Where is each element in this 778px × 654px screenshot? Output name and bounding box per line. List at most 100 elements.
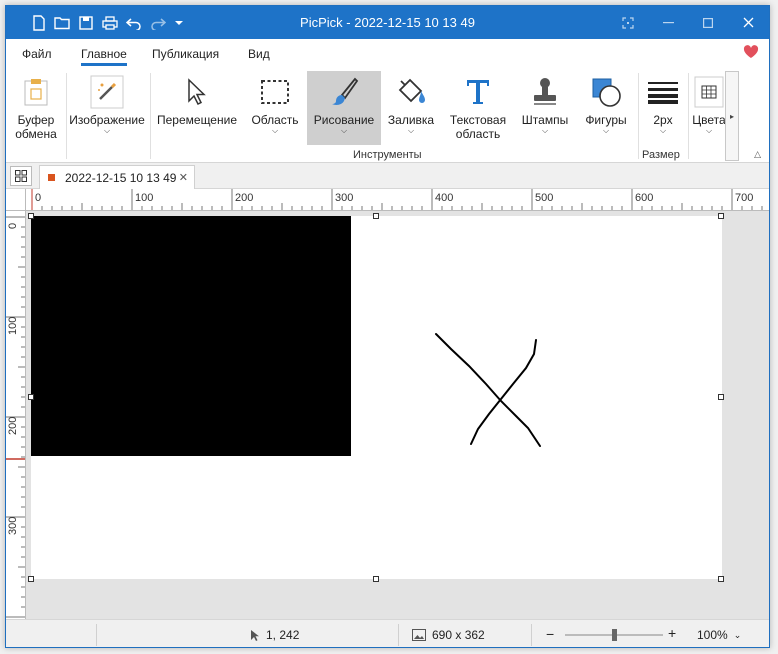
group-label-size: Размер bbox=[642, 149, 680, 161]
document-tab[interactable]: 2022-12-15 10 13 49 ✕ bbox=[39, 165, 195, 189]
ruler-label: 500 bbox=[535, 192, 554, 204]
stamps-label: Штампы bbox=[521, 113, 569, 127]
resize-handle-bottom-left[interactable] bbox=[28, 576, 34, 582]
app-window: PicPick - 2022-12-15 10 13 49 Файл Главн… bbox=[5, 5, 770, 648]
grid-view-icon[interactable] bbox=[10, 166, 32, 186]
open-folder-icon[interactable] bbox=[51, 6, 73, 39]
ribbon: Буфер обмена Изображение ⌵ Перемещение О… bbox=[6, 69, 769, 163]
pointer-icon bbox=[185, 71, 209, 113]
colors-label: Цвета bbox=[692, 113, 726, 127]
ruler-label: 0 bbox=[7, 222, 19, 229]
line-width-icon bbox=[647, 71, 679, 113]
tab-home[interactable]: Главное bbox=[81, 47, 127, 66]
zoom-slider-thumb[interactable] bbox=[612, 629, 617, 641]
color-palette-icon bbox=[694, 71, 724, 113]
draw-label: Рисование bbox=[313, 113, 375, 127]
hand-drawn-x bbox=[435, 333, 541, 447]
colors-button[interactable]: Цвета ⌵ bbox=[691, 71, 727, 145]
divider bbox=[398, 624, 399, 646]
close-icon[interactable] bbox=[728, 6, 768, 39]
cursor-position: 1, 242 bbox=[250, 628, 299, 642]
resize-handle-bottom-right[interactable] bbox=[718, 576, 724, 582]
selection-rect-icon bbox=[260, 71, 290, 113]
print-icon[interactable] bbox=[99, 6, 121, 39]
save-icon[interactable] bbox=[75, 6, 97, 39]
document-tab-strip: 2022-12-15 10 13 49 ✕ bbox=[6, 163, 769, 189]
text-t-icon bbox=[464, 71, 492, 113]
divider bbox=[638, 73, 639, 159]
vertical-ruler: 0 100 200 300 bbox=[6, 211, 26, 619]
status-bar: 1, 242 690 x 362 − + 100% ⌄ bbox=[6, 619, 769, 647]
divider bbox=[150, 73, 151, 159]
ribbon-scroll-right-button[interactable]: ▸ bbox=[725, 71, 739, 161]
minimize-icon[interactable] bbox=[648, 6, 688, 39]
tab-view[interactable]: Вид bbox=[248, 47, 270, 61]
zoom-in-icon[interactable]: + bbox=[668, 625, 676, 641]
size-button[interactable]: 2px ⌵ bbox=[641, 71, 685, 145]
maximize-icon[interactable] bbox=[688, 6, 728, 39]
group-label-tools: Инструменты bbox=[353, 149, 422, 161]
clipboard-icon bbox=[22, 71, 50, 113]
document-tab-label: 2022-12-15 10 13 49 bbox=[65, 170, 177, 185]
image-dimensions-value: 690 x 362 bbox=[432, 628, 485, 642]
divider bbox=[688, 73, 689, 159]
heart-icon[interactable] bbox=[743, 45, 759, 62]
divider bbox=[531, 624, 532, 646]
shapes-button[interactable]: Фигуры ⌵ bbox=[577, 71, 635, 145]
ruler-label: 0 bbox=[35, 192, 42, 204]
shapes-label: Фигуры bbox=[585, 113, 627, 127]
redo-icon[interactable] bbox=[147, 6, 169, 39]
workspace: 0 100 200 300 400 500 600 700 0 100 200 … bbox=[6, 189, 769, 619]
undo-icon[interactable] bbox=[123, 6, 145, 39]
brush-icon bbox=[329, 71, 359, 113]
resize-handle-top[interactable] bbox=[373, 213, 379, 219]
capture-icon[interactable] bbox=[608, 6, 648, 39]
chevron-down-icon: ⌵ bbox=[602, 126, 610, 135]
tab-publish[interactable]: Публикация bbox=[152, 47, 219, 61]
image-canvas[interactable] bbox=[31, 216, 722, 579]
image-label: Изображение bbox=[69, 113, 145, 127]
chevron-down-icon: ⌵ bbox=[541, 126, 549, 135]
chevron-down-icon: ⌵ bbox=[659, 126, 667, 135]
clipboard-button[interactable]: Буфер обмена bbox=[12, 71, 60, 145]
horizontal-ruler: 0 100 200 300 400 500 600 700 bbox=[26, 189, 769, 211]
stamp-icon bbox=[530, 71, 560, 113]
stamps-button[interactable]: Штампы ⌵ bbox=[515, 71, 575, 145]
cursor-icon bbox=[251, 629, 259, 641]
resize-handle-top-right[interactable] bbox=[718, 213, 724, 219]
area-button[interactable]: Область ⌵ bbox=[244, 71, 306, 145]
ruler-label: 300 bbox=[7, 516, 19, 535]
text-button[interactable]: Текстовая область bbox=[443, 71, 513, 145]
cursor-position-value: 1, 242 bbox=[266, 628, 300, 642]
area-label: Область bbox=[251, 113, 299, 127]
zoom-out-icon[interactable]: − bbox=[546, 626, 554, 642]
close-tab-icon[interactable]: ✕ bbox=[179, 171, 188, 184]
move-button[interactable]: Перемещение bbox=[154, 71, 240, 145]
menu-bar: Файл Главное Публикация Вид bbox=[6, 39, 769, 69]
ruler-label: 300 bbox=[335, 192, 354, 204]
image-button[interactable]: Изображение ⌵ bbox=[68, 71, 146, 145]
resize-handle-left[interactable] bbox=[28, 394, 34, 400]
ruler-label: 200 bbox=[7, 416, 19, 435]
ruler-label: 200 bbox=[235, 192, 254, 204]
divider bbox=[96, 624, 97, 646]
collapse-ribbon-icon[interactable]: △ bbox=[754, 149, 761, 160]
resize-handle-bottom[interactable] bbox=[373, 576, 379, 582]
resize-handle-right[interactable] bbox=[718, 394, 724, 400]
divider bbox=[66, 73, 67, 159]
shapes-icon bbox=[590, 71, 622, 113]
move-label: Перемещение bbox=[157, 113, 237, 127]
clipboard-label: Буфер обмена bbox=[15, 113, 57, 141]
tab-file[interactable]: Файл bbox=[22, 47, 52, 61]
ruler-label: 400 bbox=[435, 192, 454, 204]
draw-button[interactable]: Рисование ⌵ bbox=[307, 71, 381, 145]
new-file-icon[interactable] bbox=[28, 6, 50, 39]
zoom-level[interactable]: 100% ⌄ bbox=[697, 628, 741, 642]
quick-access-dropdown-icon[interactable] bbox=[168, 6, 190, 39]
fill-button[interactable]: Заливка ⌵ bbox=[383, 71, 439, 145]
chevron-down-icon: ⌵ bbox=[271, 126, 279, 135]
size-label: 2px bbox=[653, 113, 673, 127]
title-bar: PicPick - 2022-12-15 10 13 49 bbox=[6, 6, 769, 39]
resize-handle-top-left[interactable] bbox=[28, 213, 34, 219]
chevron-down-icon: ⌵ bbox=[407, 126, 415, 135]
